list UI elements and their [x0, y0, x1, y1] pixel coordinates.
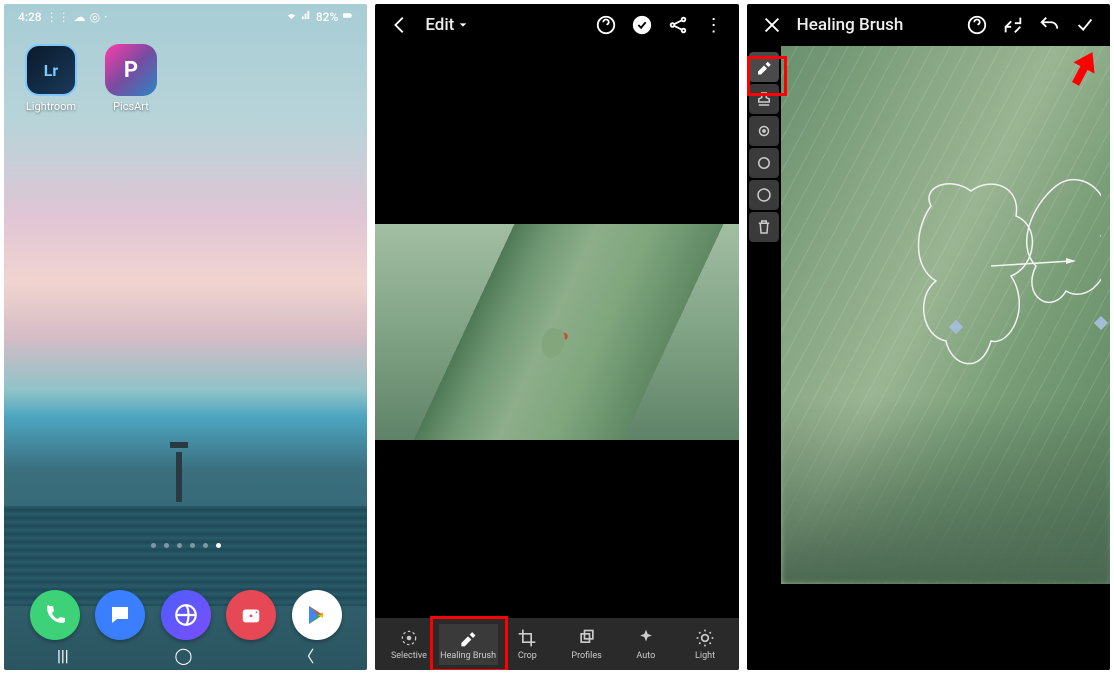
- side-tool-size[interactable]: [749, 180, 779, 210]
- heal-source-marker[interactable]: [949, 320, 963, 334]
- status-cloud-icon: ☁: [74, 10, 86, 24]
- healing-side-tools: [747, 46, 781, 584]
- status-instagram-icon: ◎: [90, 10, 100, 24]
- overflow-button[interactable]: ⋮: [703, 14, 725, 36]
- picsart-icon: P: [105, 44, 157, 96]
- home-apps-row: Lr Lightroom P PicsArt: [4, 30, 367, 127]
- app-label: PicsArt: [113, 100, 149, 113]
- healing-brush-screen: Healing Brush: [747, 4, 1110, 670]
- heal-target-marker[interactable]: [1094, 316, 1108, 330]
- status-bar: 4:28 ⋮⋮ ☁ ◎ · 82%: [4, 4, 367, 30]
- photo-blur: [781, 401, 1110, 584]
- dock-browser[interactable]: [161, 590, 211, 640]
- home-screen: 4:28 ⋮⋮ ☁ ◎ · 82% Lr Lightroom P PicsArt: [4, 4, 367, 670]
- page-indicator[interactable]: [151, 543, 221, 548]
- healing-canvas[interactable]: [781, 46, 1110, 584]
- confirm-button[interactable]: [631, 14, 653, 36]
- app-label: Lightroom: [26, 100, 76, 113]
- lightroom-icon: Lr: [25, 44, 77, 96]
- tool-auto[interactable]: Auto: [616, 624, 675, 665]
- dock: [4, 590, 367, 640]
- lightroom-edit-screen: Edit ⋮ Selective Healing Brush Crop: [375, 4, 738, 670]
- status-battery: 82%: [316, 10, 338, 24]
- app-lightroom[interactable]: Lr Lightroom: [22, 44, 80, 113]
- dock-playstore[interactable]: [292, 590, 342, 640]
- highlight-heal-side-tool: [747, 56, 787, 96]
- heal-selection-outline: [901, 166, 1101, 436]
- photo-leaf-frog: [375, 224, 738, 440]
- bottom-strip: [747, 584, 1110, 670]
- status-signal-icon: [301, 10, 312, 24]
- app-picsart[interactable]: P PicsArt: [102, 44, 160, 113]
- help-button[interactable]: [595, 14, 617, 36]
- edit-title[interactable]: Edit: [425, 15, 468, 35]
- status-time: 4:28: [18, 10, 42, 24]
- side-tool-opacity[interactable]: [749, 148, 779, 178]
- nav-home[interactable]: ◯: [175, 646, 193, 665]
- nav-back[interactable]: 〈: [298, 643, 314, 667]
- dock-messages[interactable]: [95, 590, 145, 640]
- fullscreen-button[interactable]: [1002, 14, 1024, 36]
- healing-body: [747, 46, 1110, 584]
- frog-subject: [539, 325, 568, 360]
- android-navbar: ||| ◯ 〈: [4, 640, 367, 670]
- status-dots-icon: ⋮⋮: [46, 10, 70, 24]
- highlight-apply-arrow: [1070, 48, 1098, 88]
- help-button[interactable]: [966, 14, 988, 36]
- side-tool-delete[interactable]: [749, 212, 779, 242]
- apply-checkmark[interactable]: [1074, 14, 1096, 36]
- status-wifi-icon: [286, 10, 297, 24]
- dock-camera[interactable]: [226, 590, 276, 640]
- back-button[interactable]: [389, 14, 411, 36]
- highlight-healing-tool: [430, 616, 508, 670]
- tool-light[interactable]: Light: [675, 624, 734, 665]
- wallpaper-lighthouse: [176, 452, 182, 502]
- healing-topbar: Healing Brush: [747, 4, 1110, 46]
- healing-title: Healing Brush: [797, 15, 904, 35]
- share-button[interactable]: [667, 14, 689, 36]
- photo-canvas[interactable]: [375, 46, 738, 618]
- undo-button[interactable]: [1038, 14, 1060, 36]
- tool-profiles[interactable]: Profiles: [557, 624, 616, 665]
- nav-recent[interactable]: |||: [57, 646, 69, 665]
- status-more-icon: ·: [104, 10, 107, 24]
- dock-phone[interactable]: [30, 590, 80, 640]
- close-button[interactable]: [761, 14, 783, 36]
- status-battery-icon: [342, 10, 353, 24]
- side-tool-feather[interactable]: [749, 116, 779, 146]
- chevron-down-icon: [458, 20, 468, 30]
- edit-topbar: Edit ⋮: [375, 4, 738, 46]
